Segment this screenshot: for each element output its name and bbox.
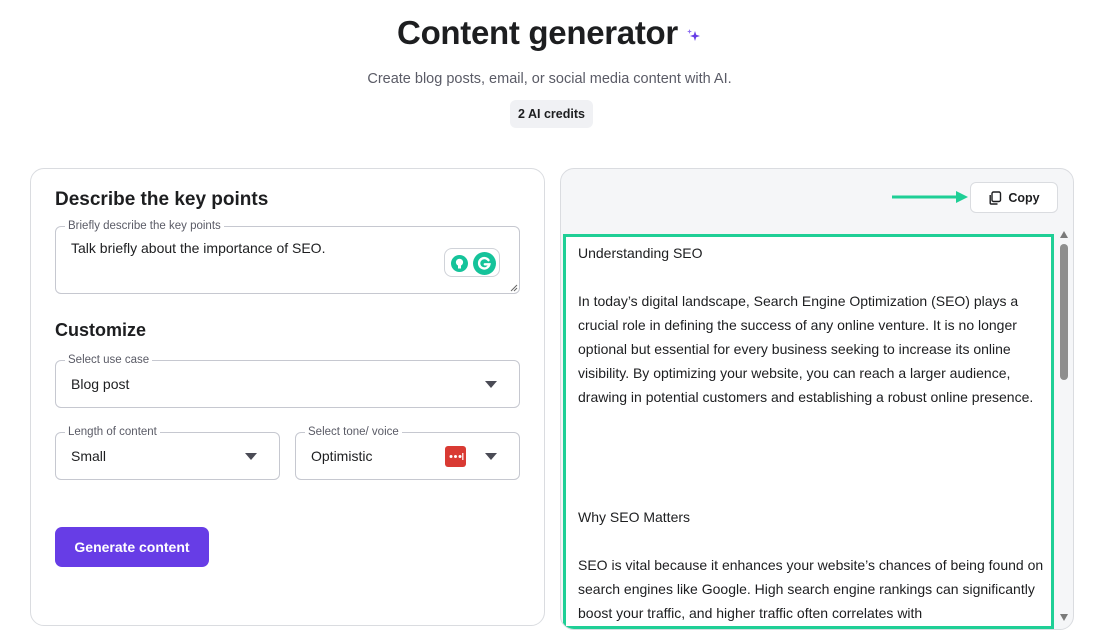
generated-content[interactable]: Understanding SEO In today’s digital lan… <box>563 234 1054 629</box>
chevron-down-icon[interactable] <box>245 453 257 460</box>
chevron-down-icon[interactable] <box>485 453 497 460</box>
input-panel: Describe the key points Briefly describe… <box>30 168 545 626</box>
output-panel: Copy Understanding SEO In today’s digita… <box>560 168 1074 630</box>
key-points-heading: Describe the key points <box>55 189 269 210</box>
length-label: Length of content <box>65 425 160 439</box>
output-heading: Why SEO Matters <box>578 509 691 525</box>
key-points-value: Talk briefly about the importance of SEO… <box>71 240 326 256</box>
key-points-label: Briefly describe the key points <box>65 219 224 233</box>
page-title: Content generator <box>397 14 678 51</box>
password-manager-icon[interactable] <box>445 446 466 467</box>
scrollbar-thumb[interactable] <box>1060 244 1068 380</box>
copy-button[interactable]: Copy <box>970 182 1058 213</box>
tone-label: Select tone/ voice <box>305 425 402 439</box>
output-heading: Understanding SEO <box>578 245 703 261</box>
chevron-down-icon[interactable] <box>485 381 497 388</box>
key-points-textarea[interactable]: Briefly describe the key points Talk bri… <box>55 219 520 294</box>
scrollbar[interactable] <box>1057 231 1071 627</box>
use-case-select[interactable]: Select use case Blog post <box>55 353 520 408</box>
title-row: Content generator <box>0 14 1099 52</box>
scroll-up-icon[interactable] <box>1060 231 1068 238</box>
use-case-value: Blog post <box>71 376 130 392</box>
length-value: Small <box>71 448 107 464</box>
arrow-right-icon <box>892 191 968 203</box>
tone-value: Optimistic <box>311 448 373 464</box>
generated-text: Understanding SEO In today’s digital lan… <box>578 241 1048 625</box>
grammarly-widget[interactable] <box>444 248 500 277</box>
grammarly-icon[interactable] <box>473 252 496 275</box>
sparkle-icon <box>686 29 700 41</box>
customize-heading: Customize <box>55 320 147 340</box>
lightbulb-icon[interactable] <box>451 255 468 272</box>
generate-content-button[interactable]: Generate content <box>55 527 209 567</box>
length-select[interactable]: Length of content Small <box>55 425 280 480</box>
use-case-label: Select use case <box>65 353 153 367</box>
output-paragraph: In today’s digital landscape, Search Eng… <box>578 293 1034 405</box>
page-subtitle: Create blog posts, email, or social medi… <box>367 71 732 87</box>
copy-label: Copy <box>1008 190 1040 205</box>
credits-badge: 2 AI credits <box>510 100 593 128</box>
tone-select[interactable]: Select tone/ voice Optimistic <box>295 425 520 480</box>
output-paragraph: SEO is vital because it enhances your we… <box>578 557 1044 621</box>
resize-handle-icon[interactable] <box>510 284 518 292</box>
scroll-down-icon[interactable] <box>1060 614 1068 621</box>
copy-icon <box>989 190 1002 205</box>
